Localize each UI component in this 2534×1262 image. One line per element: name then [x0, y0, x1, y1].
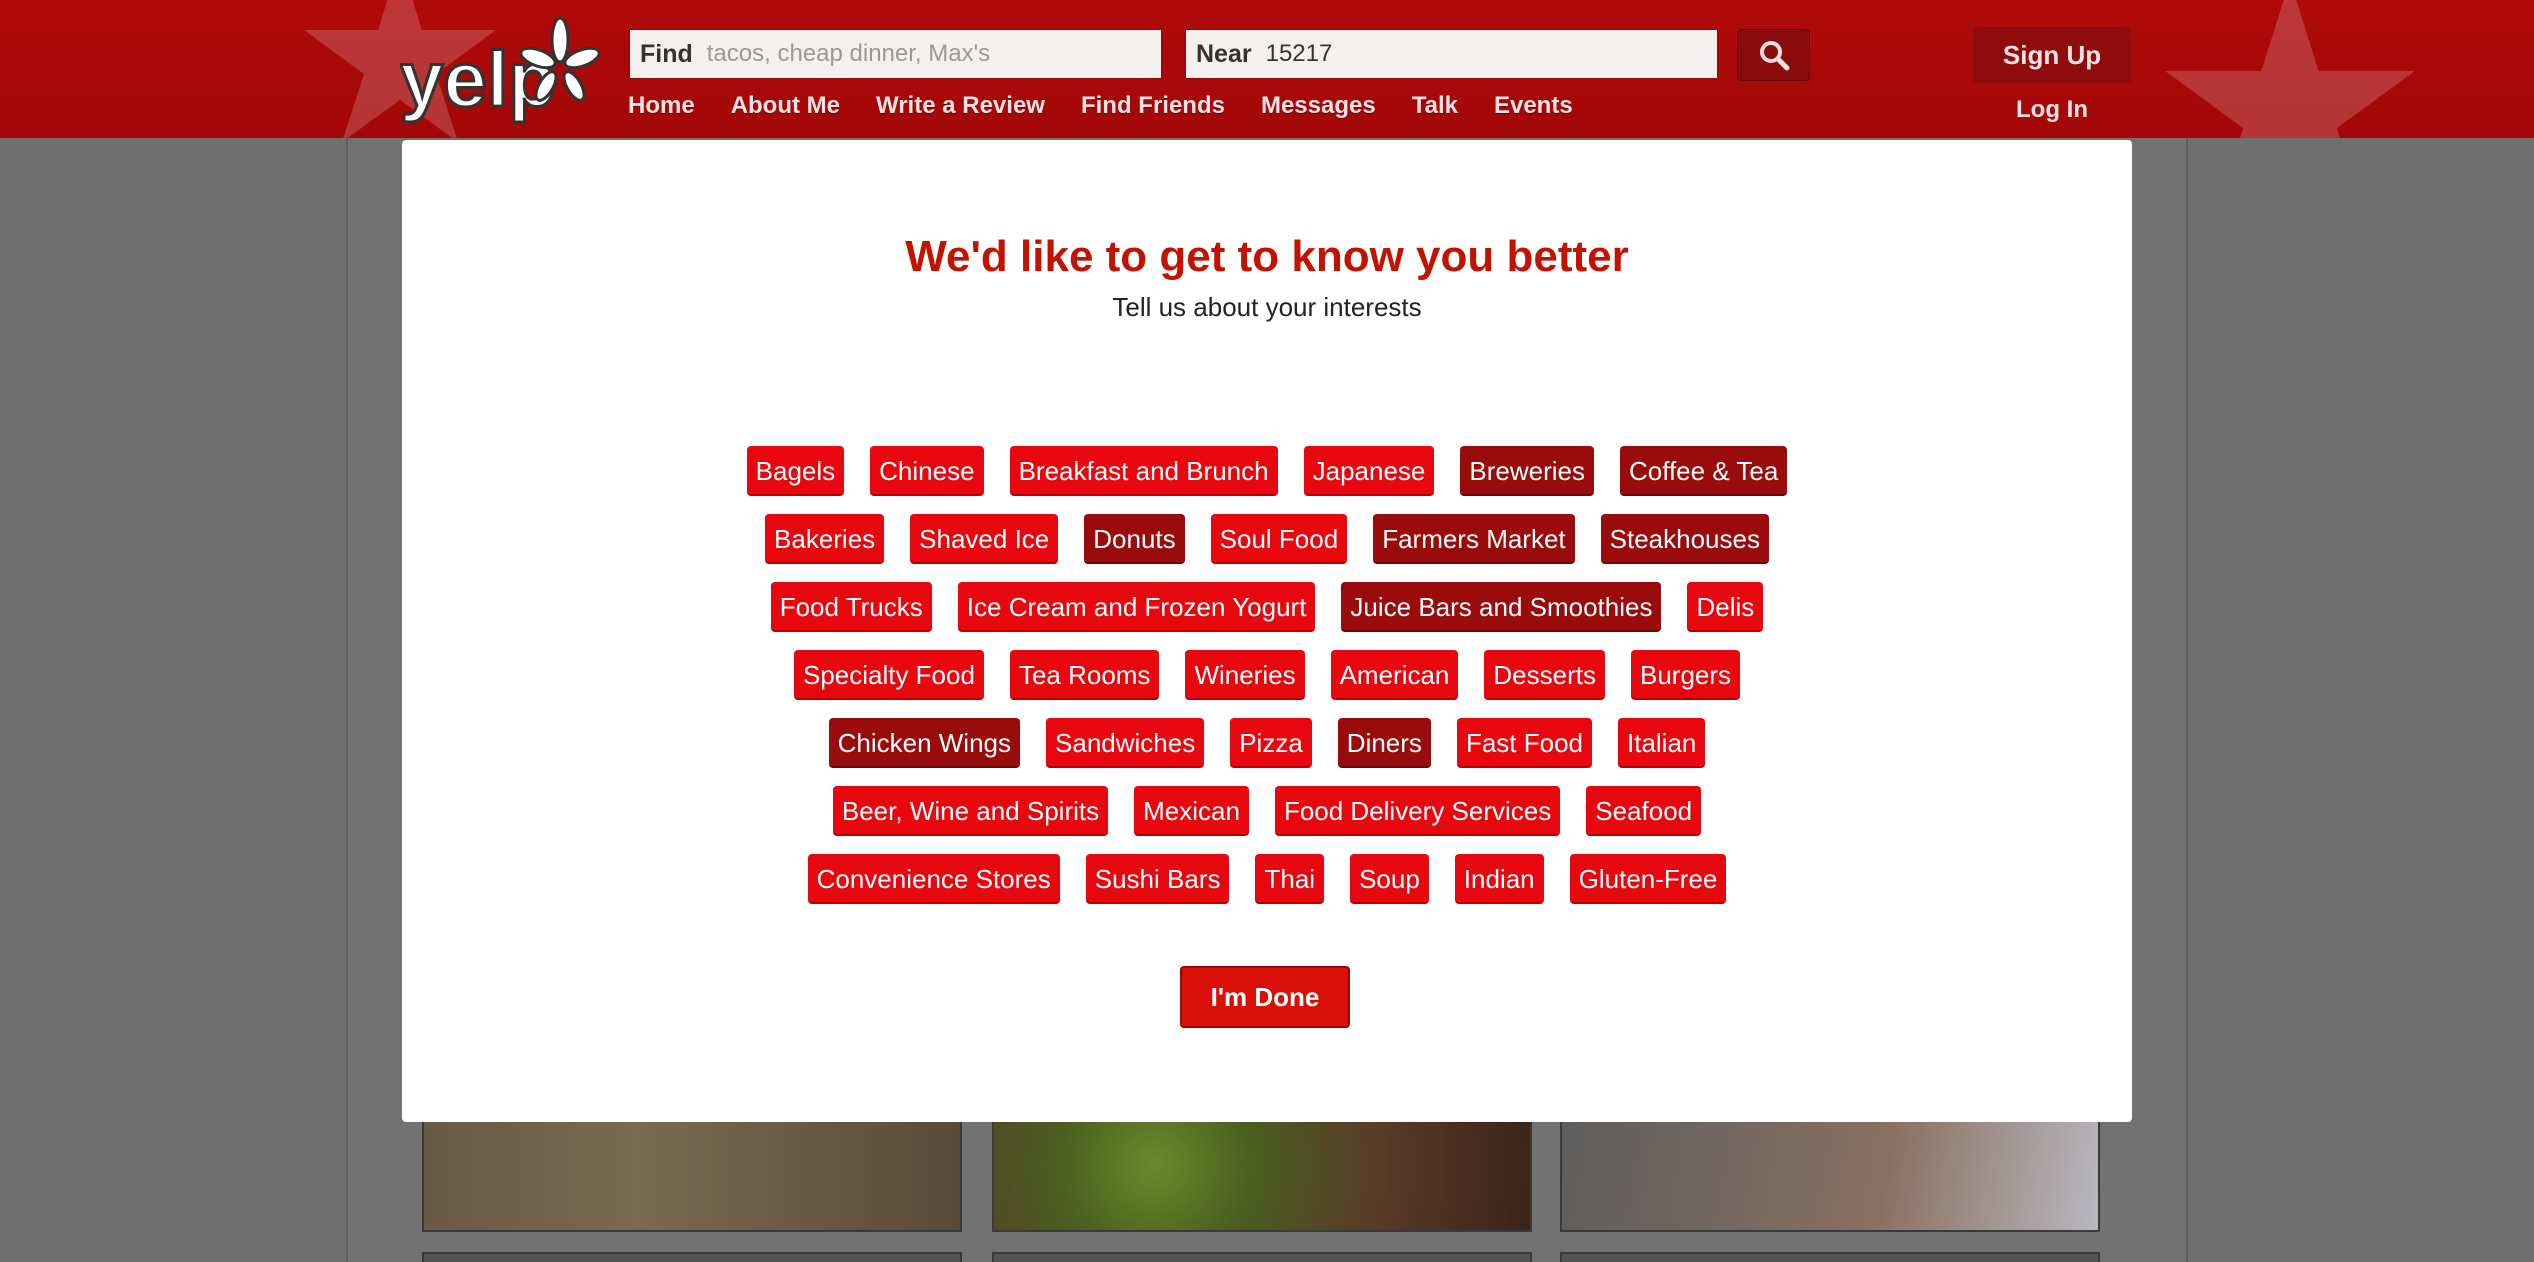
interest-tag[interactable]: Thai [1255, 854, 1325, 904]
nav-home[interactable]: Home [628, 92, 695, 120]
search-button[interactable] [1737, 29, 1810, 81]
im-done-button[interactable]: I'm Done [1180, 966, 1350, 1028]
interest-tag[interactable]: Bagels [746, 446, 845, 496]
interest-tag[interactable]: Bakeries [765, 514, 885, 564]
main-nav: Home About Me Write a Review Find Friend… [628, 92, 1609, 120]
background-photo [1560, 1252, 2100, 1262]
top-header: yelp Find Near Home About Me Write a Rev… [0, 0, 2534, 138]
near-label: Near [1196, 39, 1252, 68]
nav-write-a-review[interactable]: Write a Review [876, 92, 1045, 120]
interest-tag[interactable]: Mexican [1134, 786, 1249, 836]
interest-tag[interactable]: Italian [1618, 718, 1706, 768]
interest-tag[interactable]: Shaved Ice [910, 514, 1059, 564]
interest-tag[interactable]: Delis [1687, 582, 1764, 632]
interest-tag[interactable]: Donuts [1084, 514, 1185, 564]
interest-tag[interactable]: Fast Food [1456, 718, 1592, 768]
interest-tag[interactable]: Gluten-Free [1569, 854, 1727, 904]
nav-about-me[interactable]: About Me [731, 92, 840, 120]
interest-tag[interactable]: Farmers Market [1373, 514, 1575, 564]
interest-tag[interactable]: Tea Rooms [1009, 650, 1160, 700]
background-photo [1560, 1120, 2100, 1232]
find-input[interactable] [706, 30, 1161, 78]
nav-messages[interactable]: Messages [1261, 92, 1376, 120]
interest-tag[interactable]: Breakfast and Brunch [1009, 446, 1278, 496]
interests-modal: We'd like to get to know you better Tell… [402, 140, 2132, 1122]
background-photo [422, 1252, 962, 1262]
interest-tag[interactable]: Desserts [1484, 650, 1605, 700]
background-photo [422, 1120, 962, 1232]
interest-tag[interactable]: Food Delivery Services [1274, 786, 1561, 836]
log-in-link[interactable]: Log In [2016, 96, 2088, 124]
interest-tag[interactable]: Sandwiches [1046, 718, 1205, 768]
interest-tag[interactable]: Japanese [1303, 446, 1435, 496]
interest-tag[interactable]: Specialty Food [793, 650, 984, 700]
interest-tag[interactable]: Chinese [870, 446, 984, 496]
interest-tag[interactable]: Chicken Wings [828, 718, 1021, 768]
interest-tag[interactable]: Indian [1454, 854, 1544, 904]
near-input[interactable] [1265, 30, 1717, 78]
interest-tag[interactable]: Ice Cream and Frozen Yogurt [957, 582, 1316, 632]
interest-tag[interactable]: Burgers [1630, 650, 1741, 700]
interest-tag[interactable]: Diners [1337, 718, 1431, 768]
find-label: Find [640, 39, 693, 68]
find-field[interactable]: Find [629, 29, 1162, 79]
interest-tag[interactable]: Sushi Bars [1085, 854, 1230, 904]
background-photo [992, 1252, 1532, 1262]
interest-tag[interactable]: Steakhouses [1600, 514, 1769, 564]
modal-title: We'd like to get to know you better [905, 232, 1629, 281]
interest-tag[interactable]: Pizza [1230, 718, 1312, 768]
interest-tags: Bagels Chinese Breakfast and Brunch Japanes… [682, 446, 1852, 904]
interest-tag[interactable]: Seafood [1586, 786, 1702, 836]
interest-tag[interactable]: Juice Bars and Smoothies [1341, 582, 1662, 632]
interest-tag[interactable]: Beer, Wine and Spirits [832, 786, 1109, 836]
interest-tag[interactable]: Convenience Stores [807, 854, 1060, 904]
sign-up-button[interactable]: Sign Up [1973, 27, 2131, 83]
interest-tag[interactable]: Wineries [1185, 650, 1305, 700]
nav-events[interactable]: Events [1494, 92, 1573, 120]
interest-tag[interactable]: Soup [1350, 854, 1429, 904]
search-icon [1759, 41, 1789, 71]
interest-tag[interactable]: Breweries [1460, 446, 1594, 496]
near-field[interactable]: Near [1185, 29, 1718, 79]
modal-subtitle: Tell us about your interests [1112, 292, 1422, 322]
interest-tag[interactable]: Food Trucks [770, 582, 932, 632]
interest-tag[interactable]: American [1330, 650, 1459, 700]
background-photo [992, 1120, 1532, 1232]
nav-find-friends[interactable]: Find Friends [1081, 92, 1225, 120]
nav-talk[interactable]: Talk [1412, 92, 1458, 120]
interest-tag[interactable]: Coffee & Tea [1619, 446, 1788, 496]
interest-tag[interactable]: Soul Food [1210, 514, 1348, 564]
yelp-logo[interactable]: yelp [399, 14, 601, 125]
